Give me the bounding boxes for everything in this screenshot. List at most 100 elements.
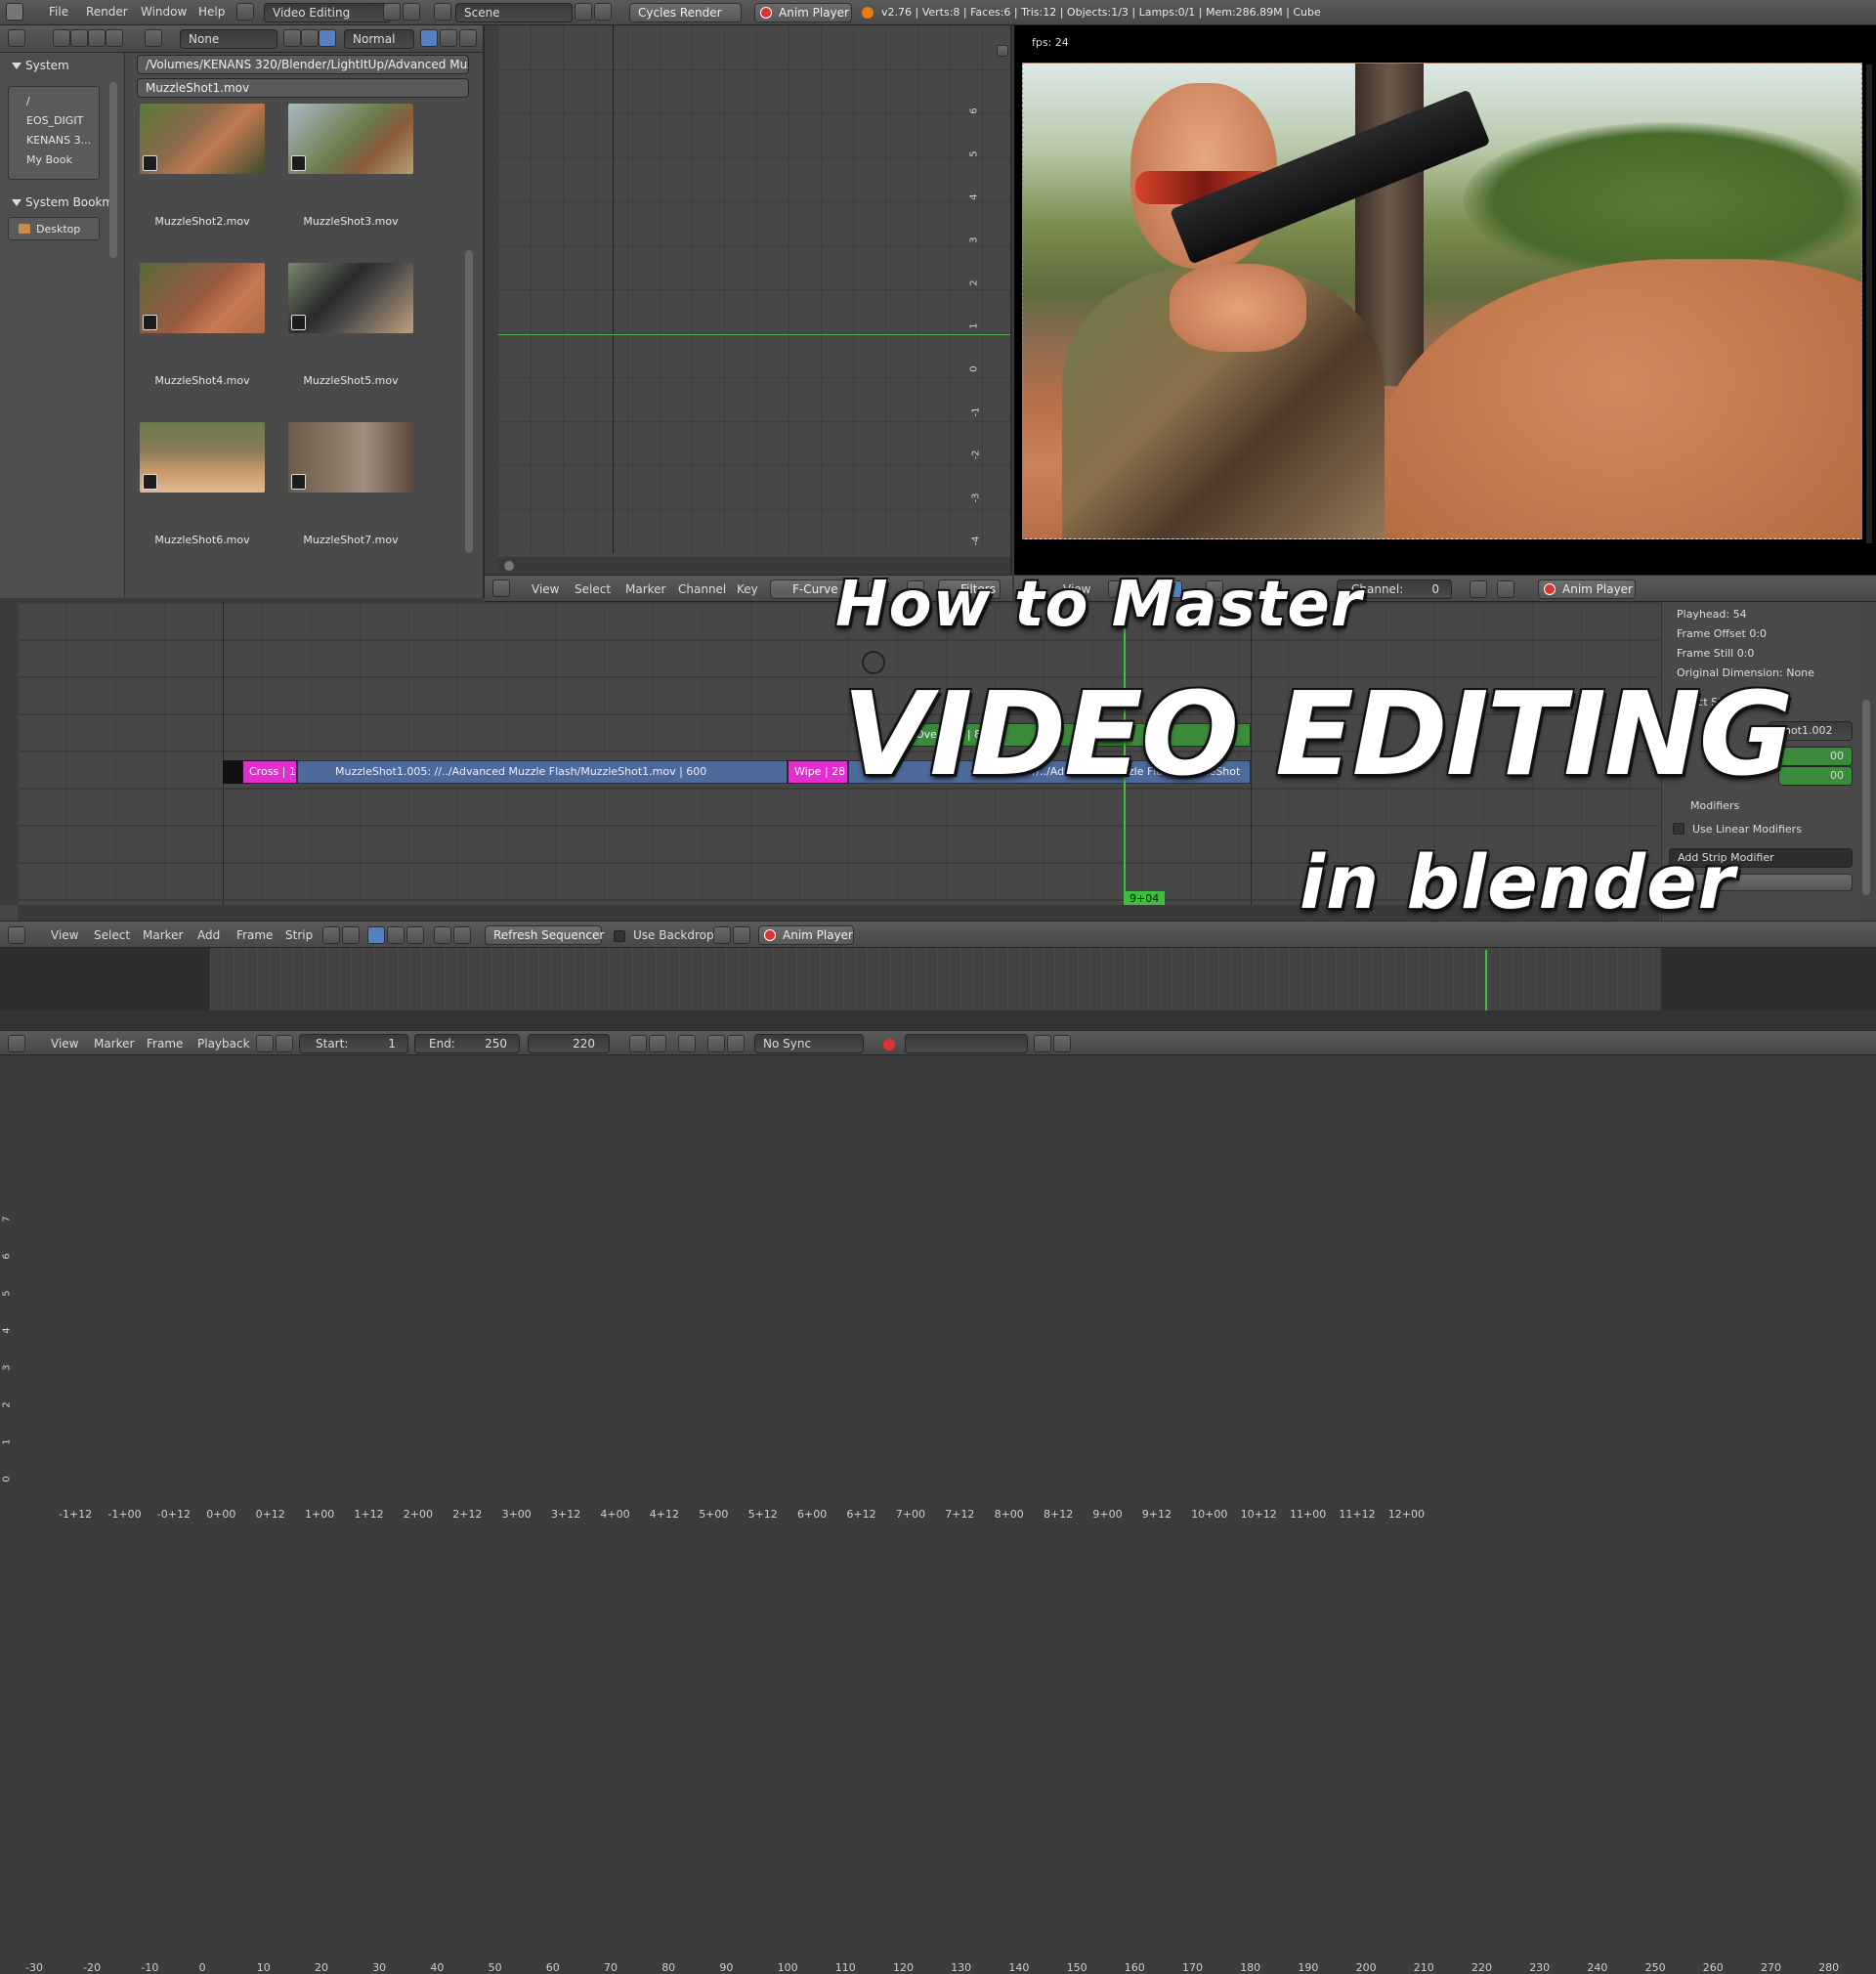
menu-marker[interactable]: Marker (625, 578, 665, 601)
menu-playback[interactable]: Playback (197, 1032, 250, 1055)
screen-layout-field[interactable]: Video Editing (264, 3, 391, 22)
scene-field[interactable]: Scene (455, 3, 573, 22)
sync-select[interactable]: No Sync (754, 1034, 864, 1053)
render-icon[interactable] (713, 926, 731, 944)
system-item-root[interactable]: / (26, 95, 30, 107)
graph-grid[interactable] (498, 25, 1010, 553)
bookmarks-header[interactable]: System Bookm (25, 195, 113, 209)
menu-marker[interactable]: Marker (143, 923, 183, 947)
editor-type-icon[interactable] (8, 1035, 25, 1052)
menu-marker[interactable]: Marker (94, 1032, 134, 1055)
proxy-icon[interactable] (453, 926, 471, 944)
strip-movie[interactable]: MuzzleShot1.005: //../Advanced Muzzle Fl… (297, 760, 788, 784)
add-screen-icon[interactable] (383, 3, 401, 21)
remove-scene-icon[interactable] (594, 3, 612, 21)
parent-dir-icon[interactable] (88, 29, 106, 47)
prev-keyframe-icon[interactable] (649, 1035, 666, 1052)
menu-channel[interactable]: Channel (678, 578, 726, 601)
record-icon[interactable] (883, 1039, 895, 1051)
lock-icon[interactable] (276, 1035, 293, 1052)
menu-view[interactable]: View (51, 923, 78, 947)
sort-ext-icon[interactable] (440, 29, 457, 47)
list-view-icon[interactable] (283, 29, 301, 47)
remove-screen-icon[interactable] (403, 3, 420, 21)
sort-alpha-icon[interactable] (420, 29, 438, 47)
preview-range-icon[interactable] (256, 1035, 274, 1052)
pause-icon[interactable] (678, 1035, 696, 1052)
menu-view[interactable]: View (532, 578, 559, 601)
use-linear-checkbox[interactable] (1673, 823, 1684, 835)
start-frame-field[interactable]: Start: 1 (299, 1034, 408, 1053)
preview-scrollbar[interactable] (1866, 64, 1872, 543)
file-thumbnail[interactable] (140, 263, 265, 333)
file-thumbnail[interactable] (288, 104, 413, 174)
menu-help[interactable]: Help (198, 0, 225, 23)
menu-render[interactable]: Render (86, 0, 128, 23)
system-header[interactable]: System (25, 59, 69, 72)
expand-arrow-icon[interactable] (12, 63, 21, 69)
file-thumbnail[interactable] (140, 422, 265, 493)
sidebar-scrollbar[interactable] (109, 82, 117, 258)
graph-scroll-handle[interactable] (504, 561, 514, 571)
jump-start-icon[interactable] (629, 1035, 647, 1052)
editor-type-icon[interactable] (8, 926, 25, 944)
editor-type-icon[interactable] (492, 579, 510, 597)
refresh-sequencer-button[interactable]: Refresh Sequencer (485, 925, 604, 945)
scene-icon[interactable] (434, 3, 451, 21)
split-view-icon[interactable] (406, 926, 424, 944)
lock-icon[interactable] (1470, 580, 1487, 598)
refresh-icon[interactable] (106, 29, 123, 47)
timeline-range[interactable] (210, 948, 1661, 1010)
menu-key[interactable]: Key (737, 578, 758, 601)
add-scene-icon[interactable] (575, 3, 592, 21)
system-item-mybook[interactable]: My Book (26, 153, 72, 166)
new-folder-icon[interactable] (145, 29, 162, 47)
thumbnail-view-icon[interactable] (319, 29, 336, 47)
menu-frame[interactable]: Frame (236, 923, 273, 947)
file-thumbnail[interactable] (140, 104, 265, 174)
keying-icon[interactable] (1034, 1035, 1051, 1052)
screen-layout-icon[interactable] (236, 3, 254, 21)
menu-strip[interactable]: Strip (285, 923, 313, 947)
strip-cross[interactable]: Cross | 1 (242, 760, 297, 784)
graph-plus-icon[interactable] (997, 45, 1008, 57)
sort-select[interactable]: None (180, 29, 277, 49)
display-size-select[interactable]: Normal (344, 29, 414, 49)
lock-icon[interactable] (342, 926, 360, 944)
file-grid-scrollbar[interactable] (465, 250, 473, 553)
file-thumbnail[interactable] (288, 422, 413, 493)
keying-set-field[interactable] (905, 1034, 1028, 1053)
preview-view-icon[interactable] (387, 926, 405, 944)
strip-cross-left[interactable] (223, 760, 242, 784)
filename-field[interactable]: MuzzleShot1.mov (137, 78, 469, 98)
menu-frame[interactable]: Frame (147, 1032, 183, 1055)
use-backdrop-checkbox[interactable] (614, 930, 625, 942)
menu-add[interactable]: Add (197, 923, 220, 947)
file-thumbnail[interactable] (288, 263, 413, 333)
sequencer-view-icon[interactable] (367, 926, 385, 944)
properties-scrollbar[interactable] (1862, 700, 1870, 895)
view-type-icon[interactable] (322, 926, 340, 944)
menu-view[interactable]: View (51, 1032, 78, 1055)
filter-icon[interactable] (459, 29, 477, 47)
menu-select[interactable]: Select (94, 923, 130, 947)
timeline-playhead[interactable] (1485, 950, 1487, 1010)
editor-type-icon[interactable] (8, 29, 25, 47)
menu-window[interactable]: Window (141, 0, 187, 23)
render-anim-icon[interactable] (733, 926, 750, 944)
jump-end-icon[interactable] (727, 1035, 745, 1052)
expand-arrow-icon[interactable] (12, 199, 21, 206)
detail-view-icon[interactable] (301, 29, 319, 47)
current-frame-field[interactable]: 220 (528, 1034, 610, 1053)
forward-icon[interactable] (70, 29, 88, 47)
strip-wipe[interactable]: Wipe | 28 (788, 760, 848, 784)
keying-remove-icon[interactable] (1053, 1035, 1071, 1052)
info-editor-icon[interactable] (6, 3, 23, 21)
render-icon[interactable] (1497, 580, 1514, 598)
bookmark-desktop[interactable]: Desktop (36, 223, 80, 236)
next-keyframe-icon[interactable] (707, 1035, 725, 1052)
proxy-icon[interactable] (434, 926, 451, 944)
directory-path-field[interactable]: /Volumes/KENANS 320/Blender/LightItUp/Ad… (137, 55, 469, 74)
back-icon[interactable] (53, 29, 70, 47)
menu-file[interactable]: File (49, 0, 68, 23)
